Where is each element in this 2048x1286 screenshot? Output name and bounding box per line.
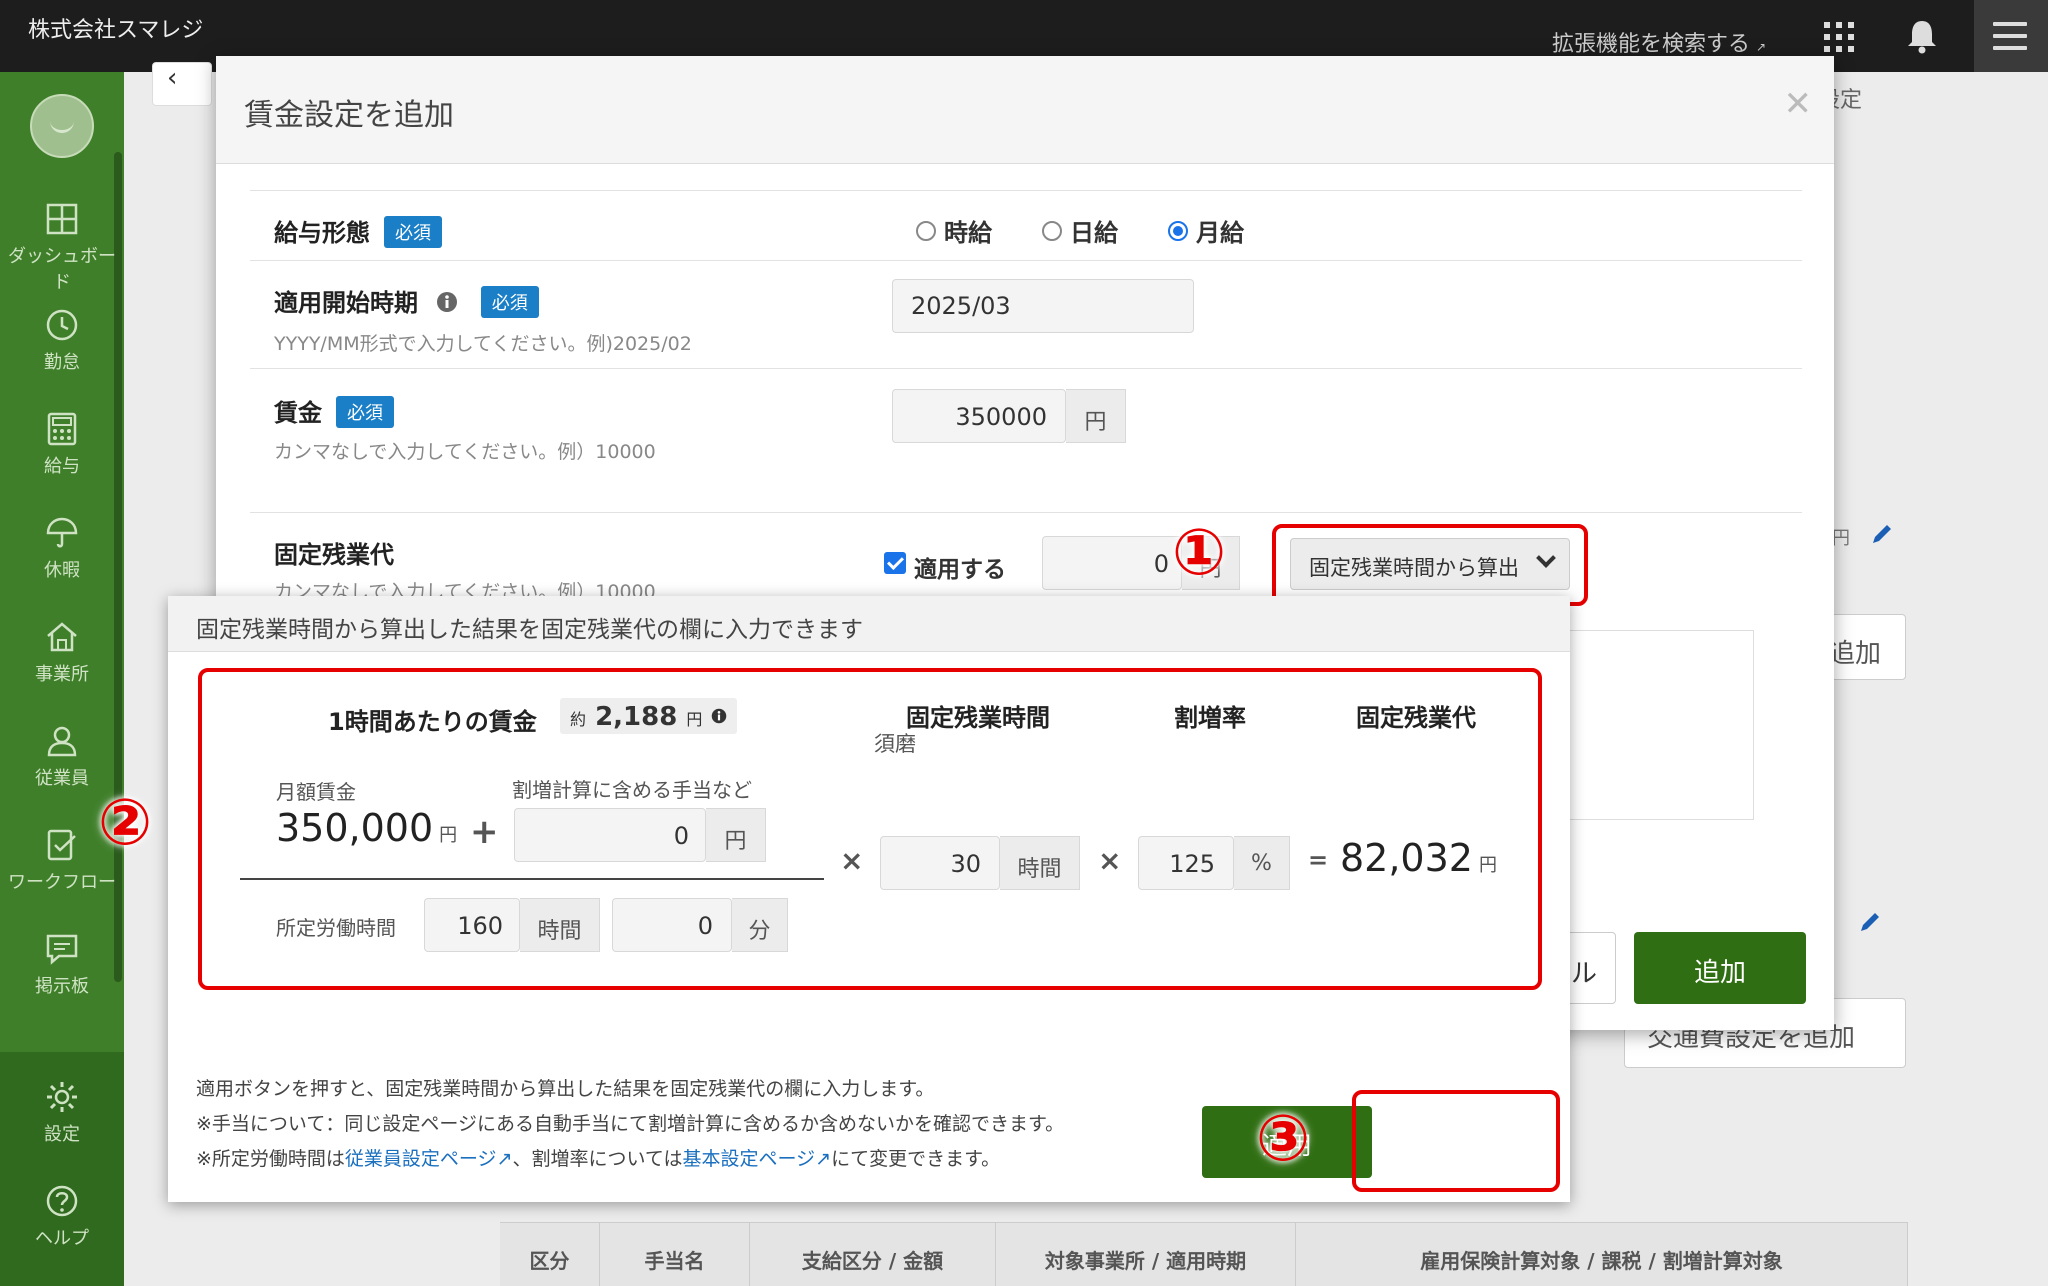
avatar[interactable] (30, 94, 94, 158)
annotation-number-3: ③ (1256, 1102, 1311, 1176)
salary-type-radio-group: 時給 日給 月給 (916, 213, 1244, 248)
fixed-overtime-label: 固定残業代 (274, 541, 394, 569)
sidebar-item-help[interactable]: ヘルプ (0, 1184, 124, 1250)
table-header-cell: 区分 (500, 1223, 600, 1286)
salary-type-label: 給与形態 必須 (274, 213, 442, 248)
sidebar-item-label: 従業員 (35, 768, 89, 789)
gear-icon (47, 1082, 77, 1112)
apply-checkbox[interactable] (884, 552, 906, 574)
sidebar-item-label: ワークフロー (8, 872, 116, 893)
tab-settings[interactable]: 設定 (1818, 72, 1928, 134)
sidebar-item-label: 事業所 (35, 664, 89, 685)
external-link-icon: ↗ (815, 1148, 832, 1170)
menu-button[interactable] (1974, 0, 2048, 72)
sidebar-item-label: 勤怠 (44, 352, 80, 373)
info-icon[interactable] (436, 291, 458, 313)
home-icon (47, 622, 77, 652)
bg-yen-fragment: 円 (1832, 528, 1850, 549)
extension-search-label: 拡張機能を検索する (1552, 32, 1751, 57)
sidebar-item-label: ダッシュボード (8, 246, 116, 293)
start-period-input[interactable]: 2025/03 (892, 279, 1194, 333)
sidebar-item-attendance[interactable]: 勤怠 (0, 308, 124, 374)
workflow-icon (47, 829, 76, 861)
wage-input[interactable]: 350000 (892, 389, 1066, 443)
hamburger-icon (1993, 22, 2027, 50)
close-icon[interactable]: ✕ (1784, 84, 1813, 124)
sidebar: ダッシュボード 勤怠 給与 休暇 事業所 従業員 ワークフロー 掲示板 設定 ヘ… (0, 72, 124, 1286)
sidebar-item-payroll[interactable]: 給与 (0, 412, 124, 478)
table-header-cell: 対象事業所 / 適用時期 (996, 1223, 1296, 1286)
annotation-box-2 (198, 668, 1542, 990)
wage-row: 賃金 必須 カンマなしで入力してください。例）10000 350000 円 (250, 368, 1802, 512)
start-period-row: 適用開始時期 必須 YYYY/MM形式で入力してください。例)2025/02 2… (250, 260, 1802, 368)
sidebar-item-employees[interactable]: 従業員 (0, 724, 124, 790)
required-badge: 必須 (336, 396, 394, 428)
external-link-icon: ↗ (1756, 40, 1767, 54)
annotation-number-2: ② (98, 786, 153, 860)
clock-icon (46, 309, 78, 341)
table-header-cell: 雇用保険計算対象 / 課税 / 割増計算対象 (1296, 1223, 1908, 1286)
sidebar-item-dashboard[interactable]: ダッシュボード (0, 202, 124, 294)
pencil-icon[interactable] (1870, 522, 1894, 546)
required-badge: 必須 (480, 286, 539, 318)
help-icon (46, 1185, 78, 1217)
chat-icon (46, 934, 78, 965)
note-line: ※手当について：同じ設定ページにある自動手当にて割増計算に含めるか含めないかを確… (196, 1113, 1065, 1135)
dashboard-icon (46, 203, 78, 235)
radio-hourly[interactable]: 時給 (916, 213, 992, 248)
start-period-label: 適用開始時期 必須 (274, 283, 539, 318)
wage-unit: 円 (1066, 389, 1126, 443)
basic-settings-link[interactable]: 基本設定ページ (683, 1148, 816, 1170)
sidebar-item-label: 設定 (44, 1124, 80, 1145)
sidebar-item-office[interactable]: 事業所 (0, 620, 124, 686)
note-line: ※所定労働時間は従業員設定ページ↗、割増率については基本設定ページ↗にて変更でき… (196, 1148, 1001, 1170)
popover-notes: 適用ボタンを押すと、固定残業時間から算出した結果を固定残業代の欄に入力します。 … (196, 1072, 1064, 1177)
salary-type-row: 給与形態 必須 時給 日給 月給 (250, 190, 1802, 260)
allowance-table-header: 区分 手当名 支給区分 / 金額 対象事業所 / 適用時期 雇用保険計算対象 /… (500, 1222, 1908, 1286)
modal-title: 賃金設定を追加 (244, 98, 454, 133)
wage-hint: カンマなしで入力してください。例）10000 (274, 441, 656, 463)
person-icon (47, 726, 77, 757)
sidebar-item-settings[interactable]: 設定 (0, 1080, 124, 1146)
apps-grid-icon[interactable] (1824, 22, 1854, 52)
extension-search-link[interactable]: 拡張機能を検索する ↗ (1552, 26, 1766, 58)
apply-checkbox-label: 適用する (914, 557, 1006, 583)
bell-icon[interactable] (1905, 18, 1939, 54)
bg-textarea (1568, 630, 1754, 820)
sidebar-item-label: 給与 (44, 456, 80, 477)
back-button[interactable]: ‹ (152, 62, 212, 106)
umbrella-icon (46, 517, 78, 548)
annotation-number-1: ① (1172, 516, 1227, 590)
radio-monthly[interactable]: 月給 (1168, 213, 1244, 248)
sidebar-item-label: 掲示板 (35, 976, 89, 997)
annotation-box-1 (1272, 524, 1588, 606)
annotation-box-3 (1352, 1090, 1560, 1192)
start-period-hint: YYYY/MM形式で入力してください。例)2025/02 (274, 333, 692, 355)
popover-header: 固定残業時間から算出した結果を固定残業代の欄に入力できます (168, 596, 1570, 652)
sidebar-item-label: ヘルプ (35, 1228, 89, 1249)
radio-daily[interactable]: 日給 (1042, 213, 1118, 248)
note-line: 適用ボタンを押すと、固定残業時間から算出した結果を固定残業代の欄に入力します。 (196, 1078, 935, 1100)
table-header-cell: 支給区分 / 金額 (750, 1223, 996, 1286)
external-link-icon: ↗ (496, 1148, 513, 1170)
table-header-cell: 手当名 (600, 1223, 750, 1286)
required-badge: 必須 (384, 216, 442, 248)
add-button[interactable]: 追加 (1634, 932, 1806, 1004)
employee-settings-link[interactable]: 従業員設定ページ (345, 1148, 497, 1170)
fixed-overtime-input[interactable]: 0 (1042, 536, 1182, 590)
modal-header: 賃金設定を追加 ✕ (216, 56, 1834, 164)
sidebar-item-bulletin[interactable]: 掲示板 (0, 932, 124, 998)
pencil-icon[interactable] (1858, 910, 1882, 934)
calculator-icon (47, 412, 77, 446)
wage-label: 賃金 必須 (274, 393, 394, 428)
company-name: 株式会社スマレジ (28, 18, 204, 43)
sidebar-item-label: 休暇 (44, 560, 80, 581)
sidebar-item-leave[interactable]: 休暇 (0, 516, 124, 582)
